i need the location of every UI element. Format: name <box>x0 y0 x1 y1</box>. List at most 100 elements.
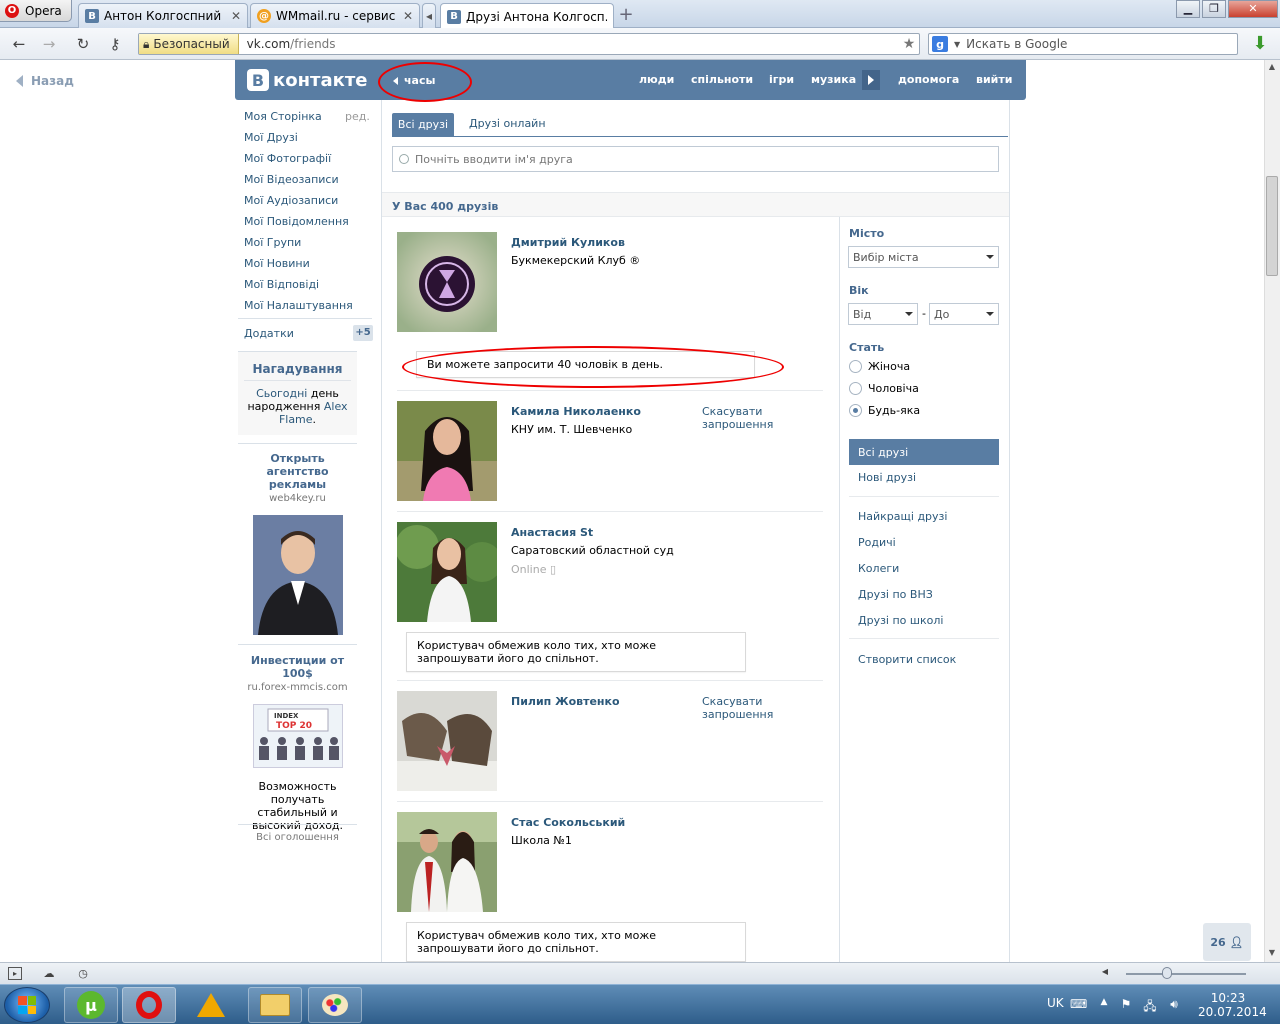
language-indicator[interactable]: UK <box>1047 996 1064 1010</box>
ad-1-image[interactable] <box>253 515 343 635</box>
age-from-select[interactable]: Від <box>848 303 918 325</box>
edit-link[interactable]: ред. <box>345 110 370 123</box>
nav-people[interactable]: люди <box>639 73 674 86</box>
explorer-taskbar-icon[interactable] <box>248 987 302 1023</box>
city-select[interactable]: Вибір міста <box>848 246 999 268</box>
nav-logout[interactable]: вийти <box>976 73 1012 86</box>
system-clock[interactable]: 10:23 20.07.2014 <box>1198 991 1267 1019</box>
new-tab-icon[interactable]: + <box>616 5 636 25</box>
ad-2-image[interactable]: INDEX TOP 20 <box>253 704 343 768</box>
start-button-icon[interactable] <box>4 987 50 1023</box>
menu-my-settings[interactable]: Мої Налаштування <box>244 299 353 312</box>
network-icon[interactable]: 🖧︎ <box>1142 997 1158 1013</box>
menu-my-videos[interactable]: Мої Відеозаписи <box>244 173 339 186</box>
key-icon[interactable]: ⚷ <box>104 34 126 54</box>
zoom-slider-handle[interactable] <box>1162 967 1172 979</box>
im-counter-button[interactable]: 26 👤︎ <box>1203 923 1251 961</box>
back-link[interactable]: Назад <box>16 74 74 88</box>
browser-tab-1[interactable]: В Антон Колгоспний ✕ <box>78 3 248 28</box>
tab-friends-online[interactable]: Друзі онлайн <box>469 117 546 130</box>
sex-radio-any[interactable]: Будь-яка <box>849 404 920 417</box>
bookmark-star-icon[interactable]: ★ <box>899 36 919 52</box>
close-tab-icon[interactable]: ✕ <box>403 9 413 23</box>
friend-name[interactable]: Пилип Жовтенко <box>511 695 620 708</box>
secure-badge[interactable]: 🔒︎ Безопасный <box>139 34 239 54</box>
ad-1[interactable]: Открыть агентство рекламы web4key.ru <box>238 452 357 504</box>
reload-icon[interactable]: ↻ <box>72 34 94 54</box>
list-colleagues[interactable]: Колеги <box>858 562 899 575</box>
nav-games[interactable]: ігри <box>769 73 794 86</box>
menu-my-page[interactable]: Моя Сторінка <box>244 110 322 123</box>
turbo-icon[interactable]: ◷ <box>76 967 90 980</box>
friend-name[interactable]: Дмитрий Куликов <box>511 236 625 249</box>
keyboard-icon[interactable]: ⌨ <box>1070 997 1087 1013</box>
list-school-friends[interactable]: Друзі по школі <box>858 614 943 627</box>
forward-arrow-icon[interactable]: → <box>38 34 60 54</box>
menu-my-messages[interactable]: Мої Повідомлення <box>244 215 349 228</box>
friend-search-input[interactable]: Почніть вводити ім'я друга <box>392 146 999 172</box>
nav-communities[interactable]: спільноти <box>691 73 753 86</box>
reminder-today-link[interactable]: Сьогодні <box>256 387 307 400</box>
menu-my-audio[interactable]: Мої Аудіозаписи <box>244 194 338 207</box>
utorrent-taskbar-icon[interactable]: µ <box>64 987 118 1023</box>
panel-toggle-icon[interactable]: ▸ <box>8 967 22 980</box>
menu-my-news[interactable]: Мої Новини <box>244 257 310 270</box>
menu-apps[interactable]: Додатки <box>244 327 294 340</box>
ad-2[interactable]: Инвестиции от 100$ ru.forex-mmcis.com <box>238 654 357 693</box>
action-center-flag-icon[interactable]: ⚑ <box>1118 997 1134 1013</box>
list-university-friends[interactable]: Друзі по ВНЗ <box>858 588 933 601</box>
friend-name[interactable]: Стас Сокольський <box>511 816 625 829</box>
list-best-friends[interactable]: Найкращі друзі <box>858 510 947 523</box>
list-relatives[interactable]: Родичі <box>858 536 896 549</box>
opera-taskbar-icon[interactable] <box>122 987 176 1023</box>
search-engine-field[interactable]: g ▼ Искать в Google <box>928 33 1238 55</box>
sex-radio-female[interactable]: Жіноча <box>849 360 910 373</box>
tab-all-friends[interactable]: Всі друзі <box>392 113 454 137</box>
menu-my-answers[interactable]: Мої Відповіді <box>244 278 319 291</box>
close-tab-icon[interactable]: ✕ <box>231 9 241 23</box>
menu-my-friends[interactable]: Мої Друзі <box>244 131 298 144</box>
nav-help[interactable]: допомога <box>898 73 959 86</box>
tray-expand-icon[interactable]: ▲ <box>1096 997 1112 1013</box>
cloud-icon[interactable]: ☁ <box>42 967 56 980</box>
scroll-down-icon[interactable]: ▼ <box>1266 948 1278 960</box>
download-icon[interactable]: ⬇ <box>1250 34 1270 54</box>
cancel-invitation-link[interactable]: Скасувати запрошення <box>702 405 782 431</box>
create-list-link[interactable]: Створити список <box>858 653 956 666</box>
nav-music[interactable]: музика <box>811 73 856 86</box>
friend-avatar[interactable] <box>397 401 497 501</box>
age-to-select[interactable]: До <box>929 303 999 325</box>
vk-logo[interactable]: В контакте <box>247 69 367 91</box>
list-all-friends[interactable]: Всі друзі <box>849 439 999 465</box>
friend-avatar[interactable] <box>397 691 497 791</box>
volume-icon[interactable]: 🔊︎ <box>1166 997 1182 1013</box>
apps-count-badge[interactable]: +5 <box>353 325 373 341</box>
minimize-window-icon[interactable]: ▁ <box>1176 0 1200 18</box>
sex-radio-male[interactable]: Чоловіча <box>849 382 919 395</box>
friend-name[interactable]: Камила Николаенко <box>511 405 641 418</box>
scroll-up-icon[interactable]: ▲ <box>1266 62 1278 74</box>
cancel-invitation-link[interactable]: Скасувати запрошення <box>702 695 782 721</box>
aimp-taskbar-icon[interactable] <box>184 987 238 1023</box>
url-field[interactable]: 🔒︎ Безопасный vk.com/friends ★ <box>138 33 920 55</box>
opera-menu-button[interactable]: O Opera <box>0 0 72 22</box>
zoom-toggle-icon[interactable]: ◀ <box>1098 967 1112 980</box>
all-ads-link[interactable]: Всі оголошення <box>238 832 357 843</box>
paint-taskbar-icon[interactable] <box>308 987 362 1023</box>
friend-avatar[interactable] <box>397 522 497 622</box>
ad-title[interactable]: Инвестиции от 100$ <box>238 654 357 680</box>
friend-avatar[interactable] <box>397 232 497 332</box>
menu-my-photos[interactable]: Мої Фотографії <box>244 152 331 165</box>
zoom-slider-track[interactable] <box>1126 973 1246 975</box>
back-arrow-icon[interactable]: ← <box>8 34 30 54</box>
menu-my-groups[interactable]: Мої Групи <box>244 236 301 249</box>
friend-avatar[interactable] <box>397 812 497 912</box>
browser-tab-2[interactable]: @ WMmail.ru - сервис п... ✕ <box>250 3 420 28</box>
scrollbar-thumb[interactable] <box>1266 176 1278 276</box>
friend-name[interactable]: Анастасия St <box>511 526 593 539</box>
restore-window-icon[interactable]: ❐ <box>1202 0 1226 18</box>
list-new-friends[interactable]: Нові друзі <box>858 471 916 484</box>
audio-play-icon[interactable] <box>862 70 880 90</box>
ad-title[interactable]: Открыть агентство рекламы <box>238 452 357 491</box>
tab-scroll-left-icon[interactable]: ◂ <box>422 3 436 28</box>
